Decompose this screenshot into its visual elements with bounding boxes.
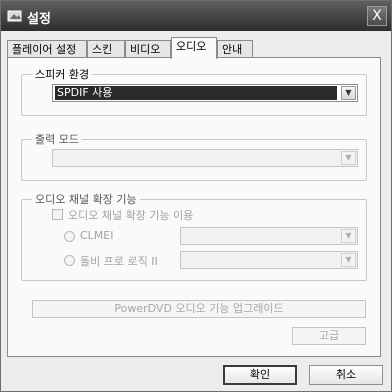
- clmei-select-value: [183, 229, 337, 243]
- window-title: 설정: [27, 12, 51, 27]
- chevron-down-icon[interactable]: ▼: [341, 253, 356, 267]
- channel-expansion-checkbox-label: 오디오 채널 확장 기능 이용: [68, 209, 194, 222]
- output-mode-select[interactable]: ▼: [52, 149, 358, 167]
- channel-expansion-legend: 오디오 채널 확장 기능: [35, 193, 137, 206]
- close-icon: X: [372, 8, 382, 24]
- output-mode-legend: 출력 모드: [35, 133, 79, 146]
- channel-expansion-checkbox[interactable]: [52, 209, 63, 220]
- chevron-down-icon[interactable]: ▼: [341, 151, 356, 165]
- tab-info[interactable]: 안내: [217, 40, 253, 58]
- chevron-down-icon[interactable]: ▼: [341, 86, 356, 100]
- dolby-prologic-select[interactable]: ▼: [180, 251, 358, 269]
- tab-player-settings[interactable]: 플레이어 설정: [7, 40, 87, 58]
- speaker-select[interactable]: SPDIF 사용 ▼: [52, 84, 358, 102]
- audio-tab-panel: 스피커 환경 SPDIF 사용 ▼ 출력 모드 ▼ 오디오 채널 확장 기능 오…: [7, 57, 381, 357]
- dolby-prologic-radio[interactable]: [64, 255, 75, 266]
- cancel-button[interactable]: 취소: [309, 365, 383, 385]
- ok-button[interactable]: 확인: [223, 365, 297, 385]
- close-button[interactable]: X: [367, 6, 387, 26]
- settings-dialog: 설정 X 플레이어 설정 스킨 비디오 오디오 안내 스피커 환경 SPDIF …: [0, 0, 392, 392]
- output-mode-value: [55, 151, 337, 165]
- clmei-radio[interactable]: [64, 231, 75, 242]
- dolby-prologic-select-value: [183, 253, 337, 267]
- dolby-prologic-radio-label: 돌비 프로 로직 II: [80, 255, 158, 268]
- clmei-radio-label: CLMEI: [80, 229, 114, 242]
- title-bar[interactable]: 설정 X: [1, 1, 391, 31]
- speaker-select-value: SPDIF 사용: [55, 86, 337, 100]
- chevron-down-icon[interactable]: ▼: [341, 229, 356, 243]
- clmei-select[interactable]: ▼: [180, 227, 358, 245]
- speaker-group-legend: 스피커 환경: [35, 68, 90, 81]
- advanced-button[interactable]: 고급: [292, 327, 366, 345]
- upgrade-button[interactable]: PowerDVD 오디오 기능 업그레이드: [32, 300, 366, 318]
- app-icon: [7, 10, 22, 22]
- tab-audio[interactable]: 오디오: [171, 37, 217, 59]
- tab-skin[interactable]: 스킨: [87, 40, 125, 58]
- tab-video[interactable]: 비디오: [125, 40, 171, 58]
